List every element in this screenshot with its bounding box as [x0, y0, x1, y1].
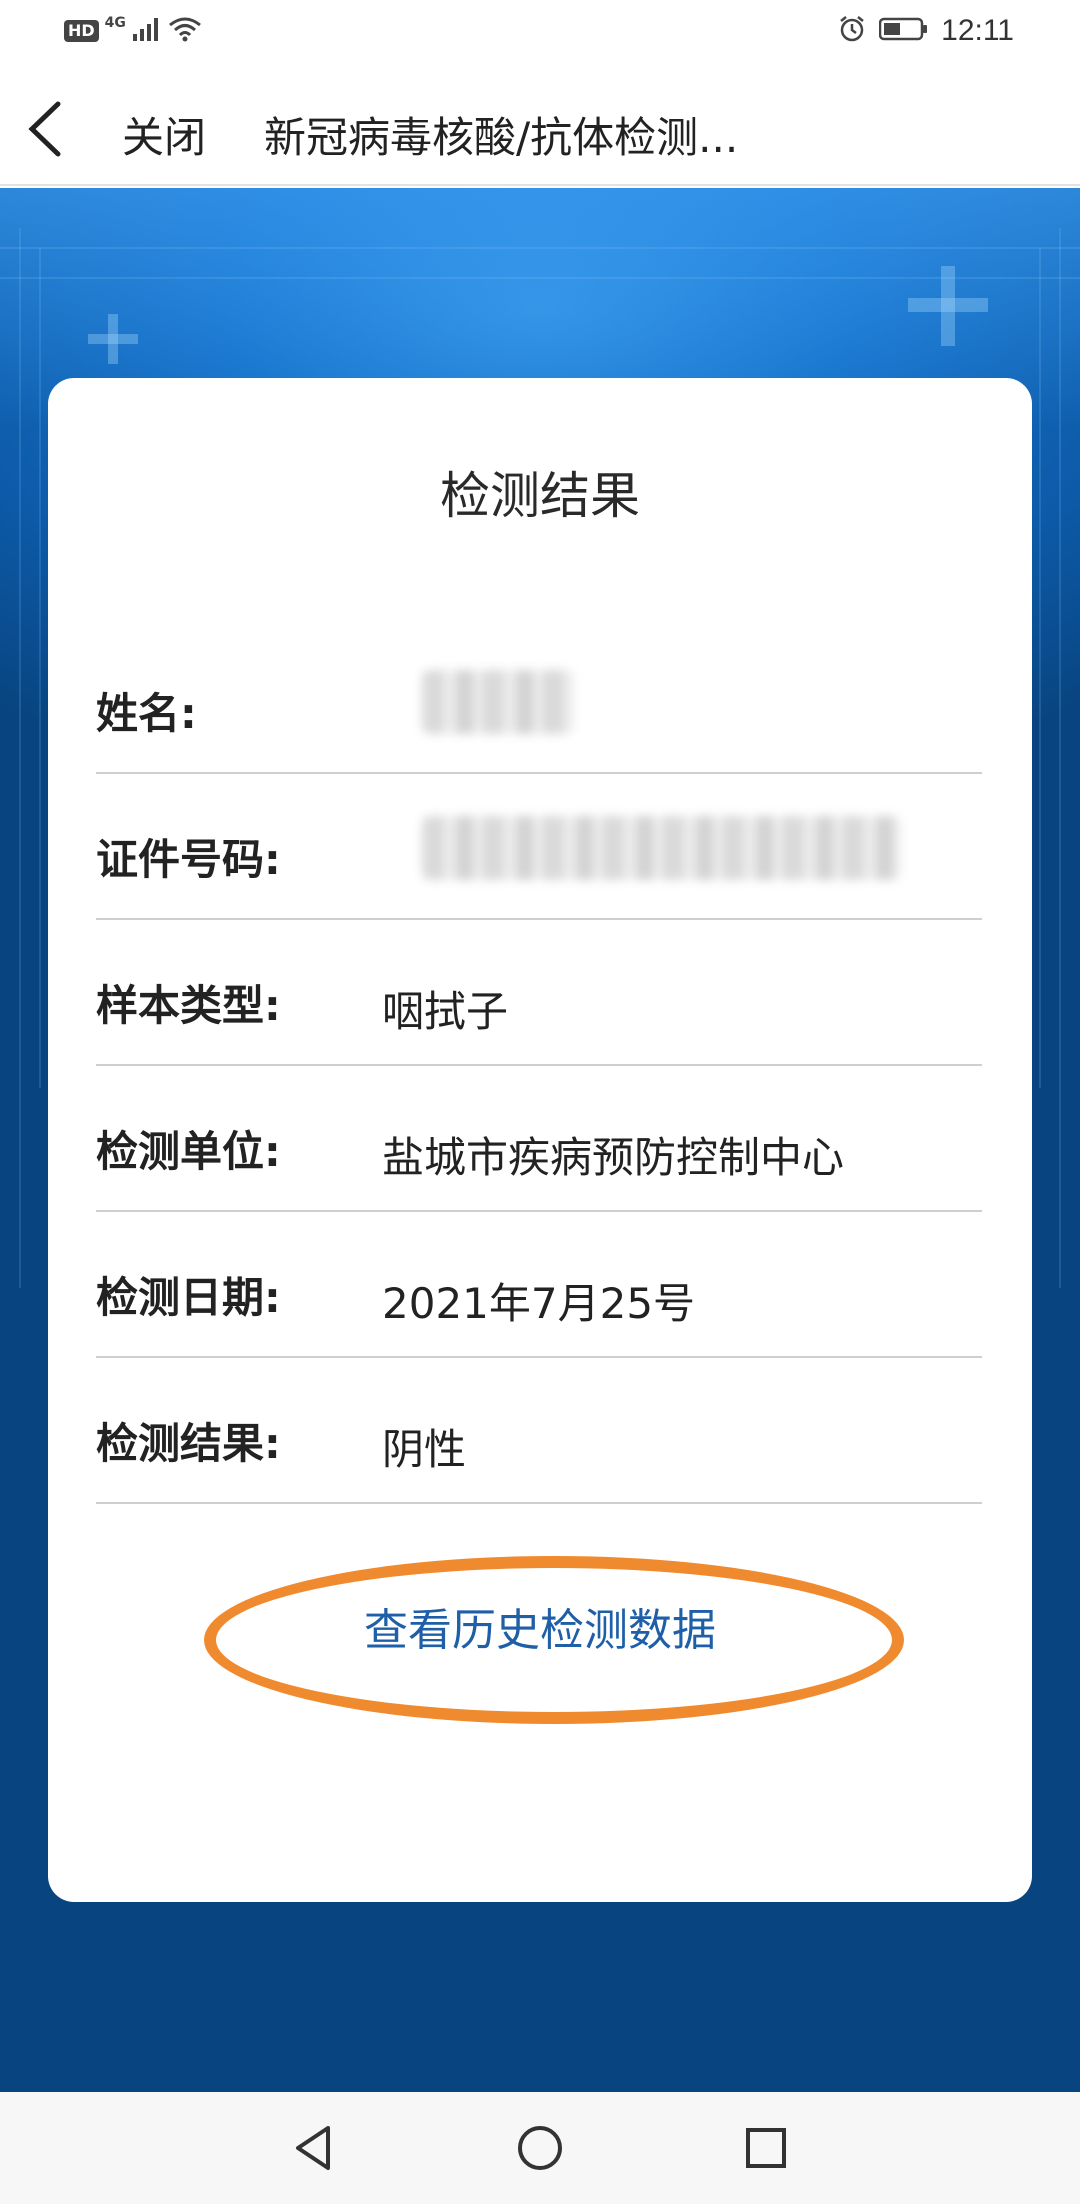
view-history-link[interactable]: 查看历史检测数据 — [48, 1594, 1032, 1658]
status-bar: HD 4G 12:11 — [0, 0, 1080, 66]
row-test-result: 检测结果: 阴性 — [96, 1358, 982, 1504]
row-value: 阴性 — [382, 1425, 467, 1474]
hd-badge: HD — [64, 20, 99, 42]
row-id-number: 证件号码: — [96, 774, 982, 920]
row-label: 姓名: — [96, 689, 197, 738]
network-type: 4G — [104, 15, 126, 31]
system-back-button[interactable] — [288, 2122, 340, 2174]
chevron-left-icon — [28, 101, 61, 157]
app-nav-bar: 关闭 新冠病毒核酸/抗体检测... — [0, 66, 1080, 186]
row-value: 咽拭子 — [382, 987, 509, 1036]
result-card: 检测结果 姓名: 证件号码: 样本类型: 咽拭子 检测单位: 盐城市疾病预防控制… — [48, 378, 1032, 1902]
triangle-back-icon — [296, 2126, 330, 2170]
row-label: 样本类型: — [96, 981, 281, 1030]
signal-icon — [132, 16, 162, 46]
row-label: 检测结果: — [96, 1419, 281, 1468]
back-button[interactable] — [20, 96, 80, 162]
circle-home-icon — [518, 2126, 562, 2170]
row-sample-type: 样本类型: 咽拭子 — [96, 920, 982, 1066]
redacted-id-number — [422, 816, 902, 880]
system-recent-button[interactable] — [740, 2122, 792, 2174]
clock: 12:11 — [941, 14, 1014, 47]
row-value: 盐城市疾病预防控制中心 — [382, 1133, 845, 1182]
system-home-button[interactable] — [514, 2122, 566, 2174]
screen: { "status_bar": { "hd": "HD", "network":… — [0, 0, 1080, 2204]
row-label: 证件号码: — [96, 835, 281, 884]
row-label: 检测日期: — [96, 1273, 281, 1322]
close-button[interactable]: 关闭 — [122, 104, 206, 165]
row-test-unit: 检测单位: 盐城市疾病预防控制中心 — [96, 1066, 982, 1212]
redacted-name — [422, 670, 574, 734]
alarm-icon — [837, 14, 867, 48]
row-value: 2021年7月25号 — [382, 1279, 696, 1328]
card-title: 检测结果 — [440, 467, 640, 525]
status-left: HD 4G — [64, 15, 202, 46]
row-label: 检测单位: — [96, 1127, 281, 1176]
wifi-icon — [168, 16, 202, 46]
row-name: 姓名: — [96, 628, 982, 774]
battery-icon — [878, 16, 929, 46]
row-test-date: 检测日期: 2021年7月25号 — [96, 1212, 982, 1358]
status-right: 12:11 — [837, 14, 1014, 48]
page-title: 新冠病毒核酸/抗体检测... — [264, 113, 739, 162]
system-nav-bar — [0, 2092, 1080, 2204]
square-recent-icon — [746, 2128, 786, 2168]
